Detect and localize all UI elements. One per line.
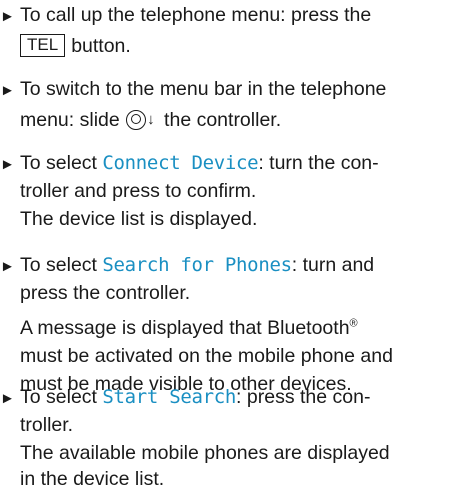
step-text-line: troller and press to confirm.	[20, 180, 257, 202]
menu-term-start-search: Start Search	[102, 386, 237, 408]
bullet-icon: ►	[0, 82, 15, 99]
step-result-line: must be activated on the mobile phone an…	[20, 345, 393, 367]
bullet-icon: ►	[0, 258, 15, 275]
step-text-line: TEL button.	[20, 34, 131, 58]
step-text-line: To select Search for Phones: turn and	[20, 254, 375, 276]
bullet-icon: ►	[0, 156, 15, 173]
menu-term-search-for-phones: Search for Phones	[102, 254, 292, 276]
step-text-line: To call up the telephone menu: press the	[20, 4, 372, 26]
controller-icon	[126, 109, 147, 130]
menu-term-connect-device: Connect Device	[102, 152, 259, 174]
instruction-page: ► To call up the telephone menu: press t…	[0, 0, 463, 491]
step-text-line: To select Connect Device: turn the con-	[20, 152, 379, 174]
arrow-down-icon: ↓	[147, 111, 155, 129]
bullet-icon: ►	[0, 8, 15, 25]
step-text-line: troller.	[20, 414, 74, 436]
step-result-line: in the device list.	[20, 468, 165, 490]
step-result-line: The device list is displayed.	[20, 208, 258, 230]
step-result-line: A message is displayed that Bluetooth®	[20, 317, 358, 339]
step-text-line: To switch to the menu bar in the telepho…	[20, 78, 387, 100]
step-text-line: press the controller.	[20, 282, 191, 304]
step-text-line: menu: slide ↓ the controller.	[20, 109, 282, 131]
step-text-line: To select Start Search: press the con-	[20, 386, 371, 408]
bullet-icon: ►	[0, 390, 15, 407]
tel-key-label: TEL	[20, 34, 66, 58]
step-result-line: The available mobile phones are displaye…	[20, 442, 390, 464]
